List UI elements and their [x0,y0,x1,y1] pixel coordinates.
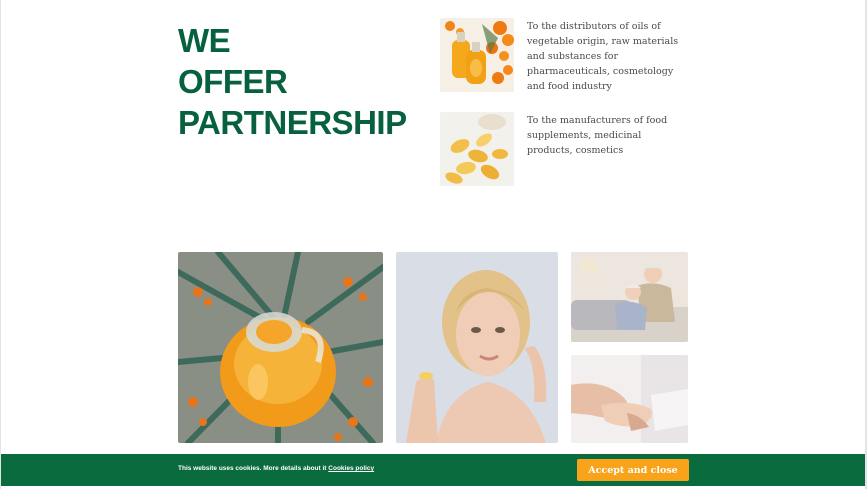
caring-hands-photo [571,355,688,443]
page-title: WE OFFER PARTNERSHIP [178,20,407,143]
title-line-1: WE [178,22,231,59]
cookie-message-text: This website uses cookies. More details … [178,465,327,472]
offer-text-manufacturers: To the manufacturers of food supplements… [527,115,668,156]
woman-with-capsule-photo [396,252,558,443]
accept-and-close-button[interactable]: Accept and close [577,459,689,481]
page-border-left [0,0,1,489]
offer-item-distributors: To the distributors of oils of vegetable… [440,18,690,92]
cookie-banner: This website uses cookies. More details … [1,454,865,486]
softgel-capsules-thumbnail [440,112,514,186]
sea-buckthorn-oil-thumbnail [440,18,514,92]
offer-text-distributors: To the distributors of oils of vegetable… [527,21,679,92]
title-line-3: PARTNERSHIP [178,104,407,141]
cookie-message: This website uses cookies. More details … [178,465,374,472]
title-line-2: OFFER [178,63,288,100]
offer-item-manufacturers: To the manufacturers of food supplements… [440,112,690,186]
elderly-couple-photo [571,252,688,342]
sea-buckthorn-oil-jar-photo [178,252,383,443]
cookies-policy-link[interactable]: Cookies policy [328,465,374,472]
